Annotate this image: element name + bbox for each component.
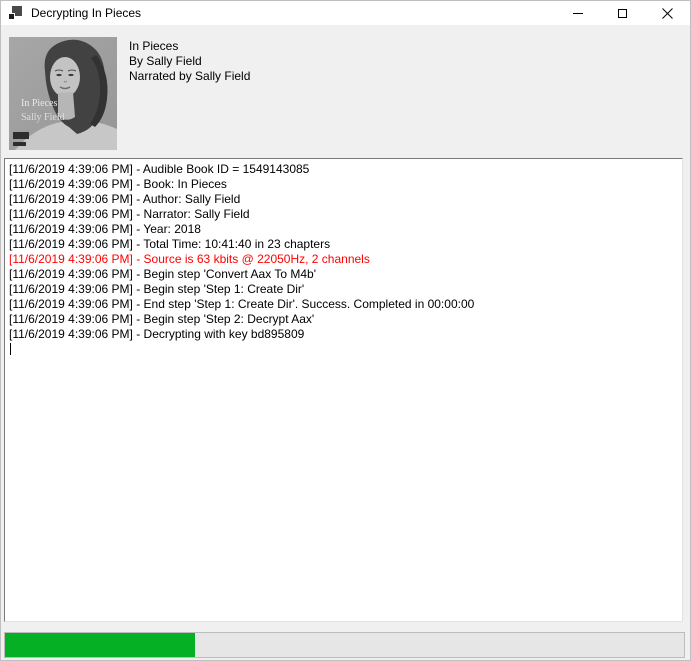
title-bar: Decrypting In Pieces <box>1 1 690 25</box>
log-line: [11/6/2019 4:39:06 PM] - Begin step 'Con… <box>9 267 680 282</box>
log-output-textbox[interactable]: [11/6/2019 4:39:06 PM] - Audible Book ID… <box>4 158 683 622</box>
log-line: [11/6/2019 4:39:06 PM] - Audible Book ID… <box>9 162 680 177</box>
book-info: In Pieces By Sally Field Narrated by Sal… <box>129 39 250 84</box>
log-line: [11/6/2019 4:39:06 PM] - Total Time: 10:… <box>9 237 680 252</box>
app-icon <box>8 6 22 20</box>
log-line: [11/6/2019 4:39:06 PM] - Year: 2018 <box>9 222 680 237</box>
book-title: In Pieces <box>129 39 250 54</box>
maximize-icon <box>618 9 627 18</box>
log-line: [11/6/2019 4:39:06 PM] - Author: Sally F… <box>9 192 680 207</box>
minimize-button[interactable] <box>555 1 600 25</box>
log-line: [11/6/2019 4:39:06 PM] - Begin step 'Ste… <box>9 282 680 297</box>
app-window: Decrypting In Pieces <box>0 0 691 661</box>
minimize-icon <box>573 13 583 14</box>
progress-bar <box>4 632 685 658</box>
maximize-button[interactable] <box>600 1 645 25</box>
log-line: [11/6/2019 4:39:06 PM] - Decrypting with… <box>9 327 680 342</box>
log-line: [11/6/2019 4:39:06 PM] - Begin step 'Ste… <box>9 312 680 327</box>
window-title: Decrypting In Pieces <box>31 6 141 20</box>
log-line: [11/6/2019 4:39:06 PM] - Book: In Pieces <box>9 177 680 192</box>
cover-title-text: In Pieces <box>21 98 57 109</box>
log-lines: [11/6/2019 4:39:06 PM] - Audible Book ID… <box>9 162 680 342</box>
app-icon-square-small <box>8 13 15 20</box>
cover-badge-small <box>13 142 26 146</box>
book-narrator: Narrated by Sally Field <box>129 69 250 84</box>
log-line: [11/6/2019 4:39:06 PM] - Source is 63 kb… <box>9 252 680 267</box>
cover-badge <box>13 132 29 139</box>
book-author: By Sally Field <box>129 54 250 69</box>
book-cover-art: In Pieces Sally Field <box>9 37 117 150</box>
log-line: [11/6/2019 4:39:06 PM] - End step 'Step … <box>9 297 680 312</box>
book-cover-image: In Pieces Sally Field <box>9 37 117 150</box>
cover-author-text: Sally Field <box>21 112 65 123</box>
window-controls <box>555 1 690 25</box>
text-caret <box>10 343 11 355</box>
progress-fill <box>5 633 195 657</box>
close-icon <box>662 8 673 19</box>
close-button[interactable] <box>645 1 690 25</box>
log-line: [11/6/2019 4:39:06 PM] - Narrator: Sally… <box>9 207 680 222</box>
